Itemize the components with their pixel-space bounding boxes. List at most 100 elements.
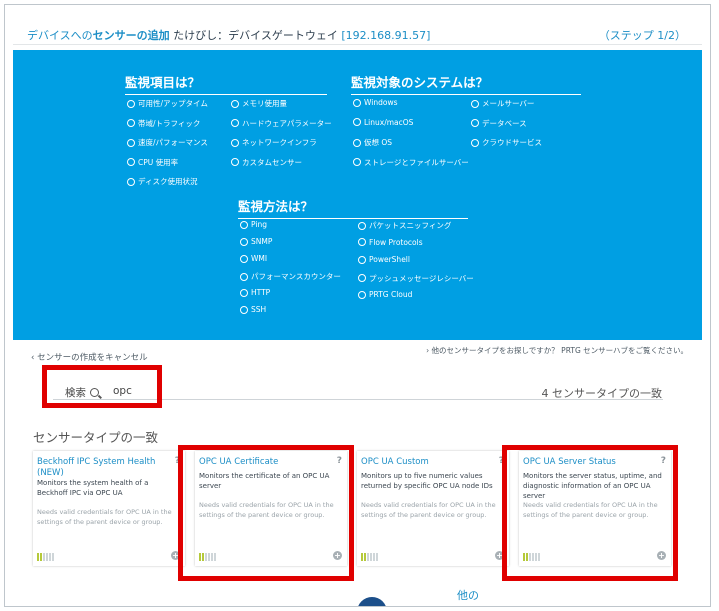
filter-option[interactable]: SNMP [240, 237, 272, 246]
radio-icon [471, 138, 479, 147]
card-description: Monitors the server status, uptime, and … [523, 472, 662, 500]
signal-bars-icon [199, 553, 216, 561]
cancel-link[interactable]: ‹ センサーの作成をキャンセル [31, 351, 148, 363]
filter-option[interactable]: PRTG Cloud [358, 290, 412, 299]
page-title: デバイスへのセンサーの追加 たけびし：デバイスゲートウェイ [192.168.9… [27, 29, 431, 42]
filter-option[interactable]: 速度/パフォーマンス [127, 137, 208, 148]
filter-option-label: プッシュメッセージレシーバー [369, 273, 474, 283]
filter-option-label: PRTG Cloud [369, 290, 413, 299]
filter-option[interactable]: WMI [240, 254, 267, 263]
radio-icon [240, 288, 248, 297]
radio-icon [358, 238, 366, 246]
filter-option[interactable]: カスタムセンサー [231, 157, 302, 168]
filter-option[interactable]: Windows [353, 98, 397, 107]
step-indicator: （ステップ 1/2） [598, 29, 686, 42]
filter-option-label: Ping [251, 220, 267, 229]
radio-icon [358, 290, 366, 299]
card-note: Needs valid credentials for OPC UA in th… [199, 501, 334, 519]
add-icon[interactable]: + [171, 551, 180, 560]
filter-option[interactable]: ディスク使用状況 [127, 176, 197, 187]
add-icon[interactable]: + [495, 551, 504, 560]
sensor-hub-link[interactable]: › 他のセンサータイプをお探しですか？ PRTG センサーハブをご覧ください。 [426, 345, 688, 356]
filter-option-label: メールサーバー [482, 99, 535, 108]
filter-option[interactable]: ハードウェアパラメーター [231, 118, 332, 129]
filter-option-label: Flow Protocols [369, 237, 423, 247]
radio-icon [358, 221, 366, 230]
radio-icon [127, 158, 135, 166]
filter-option-label: クラウドサービス [482, 138, 542, 147]
sensor-card[interactable]: OPC UA Server Status? Monitors the server… [519, 451, 671, 566]
filter-option-label: WMI [251, 254, 268, 263]
radio-icon [240, 220, 248, 229]
filter-option-label: ストレージとファイルサーバー [364, 157, 469, 167]
group-what: 監視項目は？ [125, 72, 327, 95]
filter-option[interactable]: Ping [240, 220, 267, 229]
radio-icon [353, 98, 361, 107]
filter-option-label: Linux/macOS [364, 117, 414, 127]
add-icon[interactable]: + [333, 551, 342, 560]
filter-option[interactable]: 帯域/トラフィック [127, 118, 200, 129]
filter-option[interactable]: Flow Protocols [358, 238, 423, 247]
filter-option-label: PowerShell [369, 255, 410, 264]
radio-icon [127, 138, 135, 147]
filter-option[interactable]: CPU 使用率 [127, 157, 178, 168]
help-icon[interactable]: ? [661, 456, 666, 466]
filter-option-label: 可用性/アップタイム [138, 99, 208, 108]
help-icon[interactable]: ? [337, 456, 342, 466]
filter-option[interactable]: ストレージとファイルサーバー [353, 157, 469, 168]
filter-option[interactable]: ネットワークインフラ [231, 137, 317, 148]
match-count: 4 センサータイプの一致 [541, 387, 663, 400]
filter-option-label: SSH [251, 305, 267, 314]
filter-option[interactable]: SSH [240, 305, 266, 314]
help-icon[interactable]: ? [175, 456, 180, 466]
sensor-card[interactable]: Beckhoff IPC System Health (NEW)? Monitor… [33, 451, 185, 566]
radio-icon [231, 99, 239, 108]
filter-option[interactable]: メールサーバー [471, 98, 534, 109]
radio-icon [353, 158, 361, 166]
card-title[interactable]: OPC UA Certificate [199, 457, 333, 468]
scroll-page-button[interactable] [357, 597, 387, 606]
filter-option[interactable]: HTTP [240, 288, 270, 297]
title-bar: デバイスへのセンサーの追加 たけびし：デバイスゲートウェイ [192.168.9… [13, 5, 702, 45]
filter-option-label: パフォーマンスカウンター [251, 272, 341, 281]
radio-icon [240, 305, 248, 314]
sensor-card[interactable]: OPC UA Certificate? Monitors the certific… [195, 451, 347, 566]
card-title[interactable]: OPC UA Custom [361, 457, 495, 468]
group-system: 監視対象のシステムは？ [351, 72, 581, 95]
card-title[interactable]: OPC UA Server Status [523, 457, 657, 468]
filter-option[interactable]: メモリ使用量 [231, 98, 287, 109]
filter-option[interactable]: プッシュメッセージレシーバー [358, 273, 474, 284]
sensor-card[interactable]: OPC UA Custom? Monitors up to five numeri… [357, 451, 509, 566]
filter-option-label: メモリ使用量 [242, 99, 287, 108]
more-link[interactable]: 他の [457, 587, 479, 603]
radio-icon [358, 255, 366, 264]
filter-option[interactable]: PowerShell [358, 255, 410, 264]
add-sensor-window: デバイスへのセンサーの追加 たけびし：デバイスゲートウェイ [192.168.9… [4, 4, 711, 607]
radio-icon [231, 119, 239, 127]
radio-icon [240, 254, 248, 263]
search-label: 検索 [65, 385, 99, 400]
card-note: Needs valid credentials for OPC UA in th… [37, 508, 172, 526]
filter-option[interactable]: パフォーマンスカウンター [240, 271, 341, 282]
add-icon[interactable]: + [657, 551, 666, 560]
filter-option-label: 仮想 OS [364, 138, 393, 147]
filter-option-label: ハードウェアパラメーター [242, 118, 332, 128]
search-icon [90, 388, 99, 397]
filter-option-label: SNMP [251, 237, 273, 246]
filter-option[interactable]: データベース [471, 118, 527, 129]
group-what-title: 監視項目は？ [125, 72, 327, 95]
radio-icon [127, 99, 135, 108]
filter-option-label: CPU 使用率 [138, 157, 179, 167]
filter-option-label: パケットスニッフィング [369, 221, 452, 230]
filter-option[interactable]: Linux/macOS [353, 118, 413, 127]
search-input[interactable] [113, 383, 193, 399]
radio-icon [127, 119, 135, 127]
filter-option[interactable]: クラウドサービス [471, 137, 542, 148]
filter-option[interactable]: パケットスニッフィング [358, 220, 451, 231]
card-title[interactable]: Beckhoff IPC System Health (NEW) [37, 457, 171, 479]
filter-option[interactable]: 仮想 OS [353, 137, 392, 148]
radio-icon [353, 138, 361, 147]
help-icon[interactable]: ? [499, 456, 504, 466]
filter-option[interactable]: 可用性/アップタイム [127, 98, 208, 109]
filter-option-label: Windows [364, 98, 398, 107]
